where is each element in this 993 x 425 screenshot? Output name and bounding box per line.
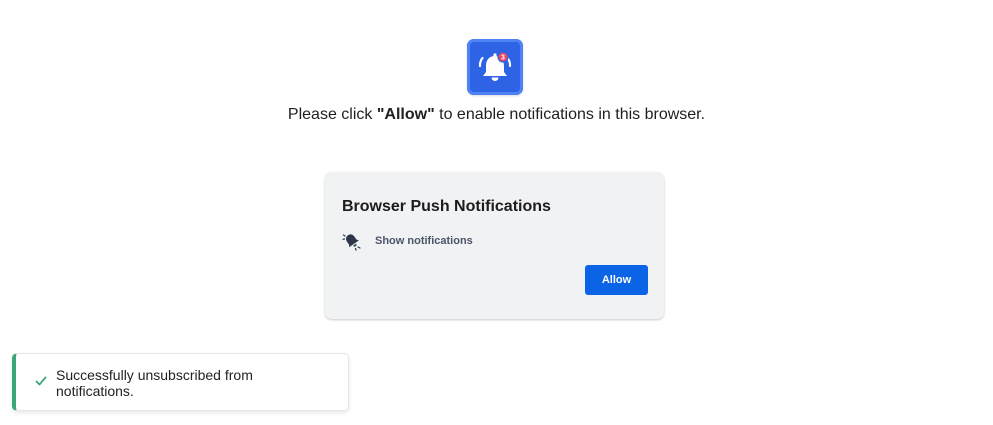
permission-label: Show notifications — [375, 235, 473, 247]
bell-notification-icon: 3 — [467, 39, 523, 95]
instruction-allow-emphasis: "Allow" — [376, 106, 435, 123]
toast-message: Successfully unsubscribed from notificat… — [56, 367, 253, 399]
instruction-text-end: to enable notifications in this browser. — [434, 106, 706, 123]
bell-icon — [342, 234, 361, 251]
allow-button[interactable]: Allow — [585, 265, 648, 295]
check-icon — [35, 376, 47, 386]
instruction-text: Please click "Allow" to enable notificat… — [0, 106, 993, 124]
permission-dialog: Browser Push Notifications Show notifica… — [325, 172, 664, 319]
notification-badge-count: 3 — [501, 55, 505, 62]
instruction-text-start: Please click — [287, 106, 377, 123]
success-toast: Successfully unsubscribed from notificat… — [12, 353, 349, 411]
notification-permission-page: 3 Please click "Allow" to enable notific… — [0, 0, 993, 425]
dialog-title: Browser Push Notifications — [342, 198, 551, 215]
